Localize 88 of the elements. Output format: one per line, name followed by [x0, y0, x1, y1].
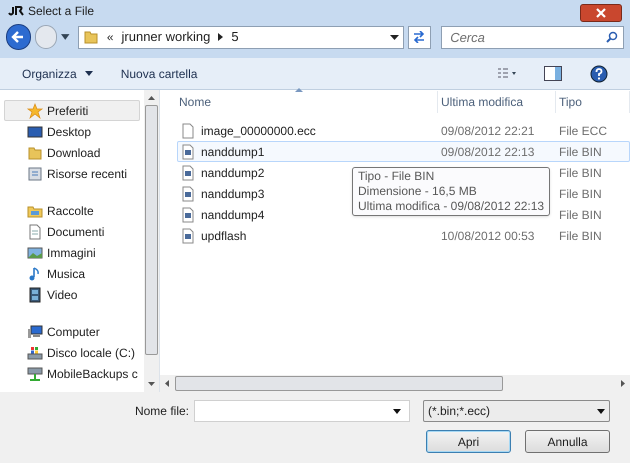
hard-drive-icon — [27, 344, 43, 360]
dropdown-arrow-icon[interactable] — [393, 408, 401, 414]
toolbar-button[interactable]: Organizza — [22, 64, 93, 82]
refresh-button[interactable] — [408, 26, 432, 48]
view-options-icon[interactable] — [498, 68, 516, 80]
picture-icon — [27, 244, 43, 260]
film-icon — [27, 286, 43, 302]
dropdown-arrow-icon[interactable] — [61, 34, 70, 40]
file-name: nanddump3 — [201, 186, 264, 202]
tooltip-line: Tipo - File BIN — [358, 169, 436, 184]
column-header[interactable]: Ultima modifica — [438, 91, 556, 113]
refresh-icon — [412, 31, 426, 43]
computer-icon — [27, 324, 43, 340]
toolbar-button[interactable]: Nuova cartella — [120, 64, 198, 82]
modified-date: 10/08/2012 00:53 — [440, 228, 536, 244]
window-title: Select a File — [28, 3, 94, 20]
scrollbar-thumb[interactable] — [145, 105, 158, 355]
file-name: updflash — [201, 228, 246, 244]
file-name: nanddump2 — [201, 164, 264, 182]
file-type: File BIN — [558, 144, 602, 160]
sidebar-item[interactable]: Documenti — [0, 221, 144, 242]
scroll-left-icon[interactable] — [164, 380, 169, 387]
network-drive-icon — [27, 366, 43, 382]
file-type: File BIN — [558, 186, 602, 202]
desktop-icon — [27, 124, 43, 140]
scrollbar-thumb[interactable] — [175, 376, 503, 391]
file-type-dropdown[interactable]: (*.bin;*.ecc) — [423, 400, 610, 422]
file-name-field[interactable] — [194, 400, 410, 422]
sort-arrow-icon — [294, 88, 302, 92]
dropdown-arrow-icon[interactable] — [390, 34, 399, 40]
dialog-button[interactable]: Annulla — [525, 430, 610, 453]
dialog-button[interactable]: Apri — [426, 430, 511, 453]
preview-pane-icon[interactable] — [544, 66, 562, 81]
tooltip-line: Dimensione - 16,5 MB — [358, 184, 478, 199]
breadcrumb-item[interactable]: jrunner working — [122, 27, 210, 47]
file-icon — [180, 186, 196, 202]
sidebar-group-item[interactable]: Preferiti — [4, 100, 140, 121]
document-icon — [27, 224, 43, 240]
help-icon[interactable] — [590, 64, 608, 82]
modified-date: 09/08/2012 22:13 — [440, 144, 536, 160]
sidebar-group-item[interactable]: Raccolte — [4, 200, 140, 221]
sidebar-item[interactable]: MobileBackups c — [0, 363, 144, 384]
sidebar-item[interactable]: Risorse recenti — [0, 163, 144, 184]
sidebar-item[interactable]: Immagini — [0, 242, 144, 263]
search-icon[interactable] — [606, 30, 618, 42]
breadcrumb-item[interactable]: 5 — [231, 27, 239, 47]
folder-icon — [82, 29, 99, 45]
tooltip-line: Ultima modifica - 09/08/2012 22:13 — [358, 199, 544, 214]
file-icon — [180, 228, 196, 244]
vertical-scrollbar[interactable] — [144, 90, 159, 392]
address-bar[interactable]: « jrunner working 5 — [78, 26, 404, 48]
column-header[interactable]: Tipo — [556, 91, 630, 113]
modified-date: 09/08/2012 22:21 — [440, 122, 536, 140]
chevron-right-icon[interactable] — [218, 33, 224, 41]
horizontal-scrollbar[interactable] — [160, 375, 630, 392]
scroll-right-icon[interactable] — [621, 380, 626, 387]
sidebar-item[interactable]: Video — [0, 284, 144, 305]
file-type: File BIN — [558, 206, 602, 224]
file-name-label: Nome file: — [134, 403, 189, 420]
file-name: image_00000000.ecc — [201, 122, 316, 140]
close-icon — [596, 8, 606, 18]
sidebar-item[interactable]: Desktop — [0, 121, 144, 142]
file-icon — [180, 144, 196, 160]
file-type: File ECC — [558, 122, 608, 140]
column-header[interactable]: Nome — [160, 91, 438, 113]
sidebar-group-item[interactable]: Computer — [4, 321, 140, 342]
close-button[interactable] — [580, 4, 622, 22]
star-icon — [27, 102, 43, 118]
file-icon — [180, 164, 196, 180]
sidebar-item[interactable]: Musica — [0, 263, 144, 284]
folder-icon — [27, 144, 43, 160]
file-icon — [180, 206, 196, 222]
file-row[interactable]: nanddump1 09/08/2012 22:13 File BIN — [177, 141, 630, 162]
search-field[interactable]: Cerca — [441, 26, 624, 48]
file-type: File BIN — [558, 228, 602, 244]
sidebar-item[interactable]: Disco locale (C:) — [0, 342, 144, 363]
blank-file-icon — [180, 122, 196, 138]
file-type: File BIN — [558, 164, 602, 182]
breadcrumb-overflow[interactable]: « — [106, 28, 114, 46]
recent-places-icon — [27, 166, 43, 182]
dropdown-arrow-icon — [84, 71, 93, 76]
file-name: nanddump4 — [201, 206, 264, 224]
app-logo-icon — [8, 6, 24, 16]
dropdown-arrow-icon — [597, 408, 605, 414]
back-arrow-icon — [11, 30, 26, 44]
sidebar-item[interactable]: Download — [0, 142, 144, 163]
file-name: nanddump1 — [201, 144, 264, 160]
back-button[interactable] — [6, 24, 31, 50]
